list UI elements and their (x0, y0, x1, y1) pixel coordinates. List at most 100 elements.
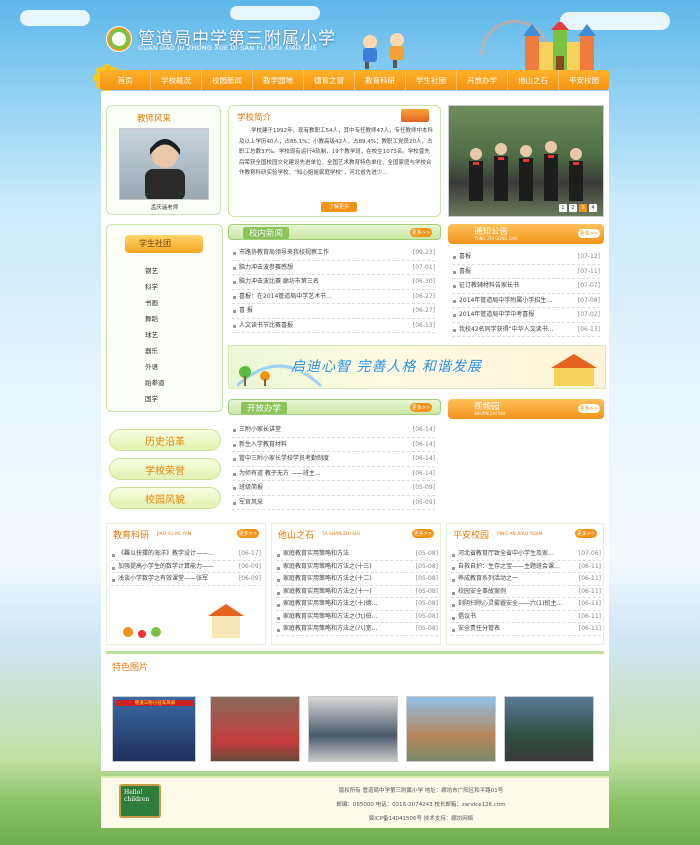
nav-moral[interactable]: 德育之窗 (304, 70, 355, 90)
research-more-button[interactable]: 更多>> (237, 529, 259, 538)
teacher-panel: 教师风采 孟庆遥老师 (106, 105, 221, 215)
teacher-photo[interactable] (119, 128, 209, 200)
open-more-button[interactable]: 更多>> (410, 403, 432, 412)
nav-overview[interactable]: 学校概况 (151, 70, 202, 90)
list-item[interactable]: 脑力冲击波比赛 廊坊市第三名 [06-30] (232, 275, 435, 290)
featured-photo-3[interactable] (308, 696, 398, 762)
nav-news[interactable]: 校园新闻 (202, 70, 253, 90)
intro-panel: 学校简介 学校建于1992年，现有教职工54人，其中专任教师47人，专任教师中本… (228, 105, 441, 217)
list-item[interactable]: 脑力冲击波参赛感想 [07-01] (232, 260, 435, 275)
club-item-3[interactable]: 书画 (145, 297, 158, 307)
slogan-text: 启迪心智 完善人格 和谐发展 (291, 359, 482, 375)
featured-photo-5[interactable] (504, 696, 594, 762)
list-item[interactable]: 市路协教育局领导来我校视察工作 [09-23] (232, 246, 435, 261)
list-item[interactable]: 《難以抉擇的海洋》教学设计——... [06-17] (111, 548, 261, 561)
nav-home[interactable]: 首页 (100, 70, 151, 90)
list-item[interactable]: 人文读书节比赛喜报 [06-13] (232, 318, 435, 333)
nav-research[interactable]: 教育科研 (355, 70, 406, 90)
photo-slider[interactable]: 1 2 3 4 (448, 105, 604, 217)
intro-more-button[interactable]: 了解更多 (321, 202, 357, 212)
list-item[interactable]: 2014年管道局中学附属小学招生... [07-08] (452, 293, 600, 308)
list-item[interactable]: 三附小家长讲堂 [06-14] (232, 423, 435, 438)
slider-dot-4[interactable]: 4 (589, 204, 597, 212)
nav-clubs[interactable]: 学生社团 (406, 70, 457, 90)
slider-dot-2[interactable]: 2 (569, 204, 577, 212)
nav-teaching[interactable]: 教学园地 (253, 70, 304, 90)
list-item[interactable]: 喜报 [07-11] (452, 264, 600, 279)
list-item[interactable]: 刻阴扫除心灵雾霾安全——六(1)班主... [06-11] (451, 598, 601, 611)
research-illustration (123, 604, 244, 638)
list-item[interactable]: 为师有道 教子无方 ——班主... [06-14] (232, 466, 435, 481)
notice-more-button[interactable]: 更多>> (578, 229, 600, 238)
research-panel: 教育科研 JIAO YU KE YAN 更多>> 《難以抉擇的海洋》教学设计——… (106, 523, 266, 645)
list-item[interactable]: 管中三附小家长学校学员考勤制度 [06-14] (232, 452, 435, 467)
safety-more-button[interactable]: 更多>> (575, 529, 597, 538)
campus-scenery-link[interactable]: 校园风貌 (109, 487, 221, 509)
list-item[interactable]: 河北省教育厅致全省中小学生及家... [07-06] (451, 548, 601, 561)
slider-dot-1[interactable]: 1 (559, 204, 567, 212)
list-item[interactable]: 家庭教育实用策略和方法之(十)德... [05-08] (276, 598, 438, 611)
list-item[interactable]: 2014年管道局中学中考喜报 [07-02] (452, 308, 600, 323)
research-subtitle: JIAO YU KE YAN (157, 532, 192, 537)
campus-news-panel: 校内新闻 更多>> 市路协教育局领导来我校视察工作 [09-23] 脑力冲击波参赛… (228, 224, 441, 341)
list-item[interactable]: 班级简报 [05-09] (232, 481, 435, 496)
list-item[interactable]: 家庭教育实用策略和方法之(九)伯... [05-08] (276, 610, 438, 623)
students-photo (469, 141, 583, 201)
other-list: 家庭教育实用策略和方法 [05-08] 家庭教育实用策略和方法之(十三) [05-0… (276, 548, 438, 636)
safety-list: 河北省教育厅致全省中小学生及家... [07-06] 自救自护：生存之宝——主题班… (451, 548, 601, 636)
main-nav: 首页 学校概况 校园新闻 教学园地 德育之窗 教育科研 学生社团 开放办学 他山… (100, 70, 609, 90)
other-panel: 他山之石 TA SHAN ZHI SHI 更多>> 家庭教育实用策略和方法 [05… (271, 523, 441, 645)
list-item[interactable]: 加强提高小学生的数学计算能力—— [06-09] (111, 560, 261, 573)
other-more-button[interactable]: 更多>> (412, 529, 434, 538)
school-logo[interactable] (106, 26, 132, 52)
nav-open[interactable]: 开放办学 (457, 70, 508, 90)
school-building-icon (401, 109, 429, 122)
nav-safety[interactable]: 平安校园 (559, 70, 609, 90)
club-item-1[interactable]: 钢艺 (145, 265, 158, 275)
list-item[interactable]: 家庭教育实用策略和方法之(八)宽... [05-08] (276, 623, 438, 636)
news-title-bar: 校内新闻 更多>> (228, 224, 441, 240)
news-title: 校内新闻 (243, 227, 290, 239)
intro-text: 学校建于1992年，现有教职工54人，其中专任教师47人，专任教师中本科及以上学… (239, 128, 433, 176)
list-item[interactable]: 军官风采 [05-09] (232, 495, 435, 510)
club-item-4[interactable]: 舞蹈 (145, 313, 158, 323)
slider-dot-3[interactable]: 3 (579, 204, 587, 212)
video-more-button[interactable]: 更多>> (578, 404, 600, 413)
kids-illustration (363, 33, 404, 69)
news-more-button[interactable]: 更多>> (410, 228, 432, 237)
featured-photo-1[interactable]: 管道三附小冠军风采 (112, 696, 196, 762)
honors-link[interactable]: 学校荣誉 (109, 458, 221, 480)
list-item[interactable]: 家庭教育实用策略和方法之(十一) [05-08] (276, 585, 438, 598)
club-item-7[interactable]: 外语 (145, 361, 158, 371)
list-item[interactable]: 校园安全事故案例 [06-11] (451, 585, 601, 598)
list-item[interactable]: 征订教辅材料告家长书 [07-07] (452, 279, 600, 294)
nav-other[interactable]: 他山之石 (508, 70, 559, 90)
list-item[interactable]: 喜 报 [06-27] (232, 304, 435, 319)
club-item-8[interactable]: 跆拳道 (145, 377, 165, 387)
list-item[interactable]: 安全责任分管表 [06-11] (451, 623, 601, 636)
slogan-banner: 启迪心智 完善人格 和谐发展 (228, 345, 606, 389)
notice-list: 喜报 [07-12] 喜报 [07-11] 征订教辅材料告家长书 [07-07] 20… (452, 250, 600, 337)
list-item[interactable]: 家庭教育实用策略和方法之(十三) [05-08] (276, 560, 438, 573)
list-item[interactable]: 自救自护：生存之宝——主题班会课... [06-11] (451, 560, 601, 573)
club-item-5[interactable]: 球艺 (145, 329, 158, 339)
footer-contact: 邮编：065000 电话：0316-2074243 校长邮箱：zarvice12… (336, 802, 506, 808)
club-item-2[interactable]: 科学 (145, 281, 158, 291)
featured-photo-2[interactable] (210, 696, 300, 762)
club-item-6[interactable]: 器乐 (145, 345, 158, 355)
list-item[interactable]: 新生入学教育材料 [06-14] (232, 437, 435, 452)
history-link[interactable]: 历史沿革 (109, 429, 221, 451)
list-item[interactable]: 倡议书 [06-11] (451, 610, 601, 623)
list-item[interactable]: 我校42名同学获得“中华人文读书... [06-13] (452, 322, 600, 337)
featured-photos-panel: 特色图片 管道三附小冠军风采 (106, 651, 604, 767)
list-item[interactable]: 家庭教育实用策略和方法之(十二) [05-08] (276, 573, 438, 586)
featured-photo-4[interactable] (406, 696, 496, 762)
club-item-9[interactable]: 国学 (145, 393, 158, 403)
list-item[interactable]: 家庭教育实用策略和方法 [05-08] (276, 548, 438, 561)
intro-title: 学校简介 (237, 113, 272, 123)
list-item[interactable]: 养成教育系列活动之一 [06-11] (451, 573, 601, 586)
list-item[interactable]: 喜报 [07-12] (452, 250, 600, 265)
list-item[interactable]: 喜报：在2014管道局中学艺术节... [06-27] (232, 289, 435, 304)
list-item[interactable]: 浅谈小学数学之有效课堂——张军 [06-09] (111, 573, 261, 586)
open-school-panel: 开放办学 更多>> 三附小家长讲堂 [06-14] 新生入学教育材料 [06-14]… (228, 399, 441, 517)
